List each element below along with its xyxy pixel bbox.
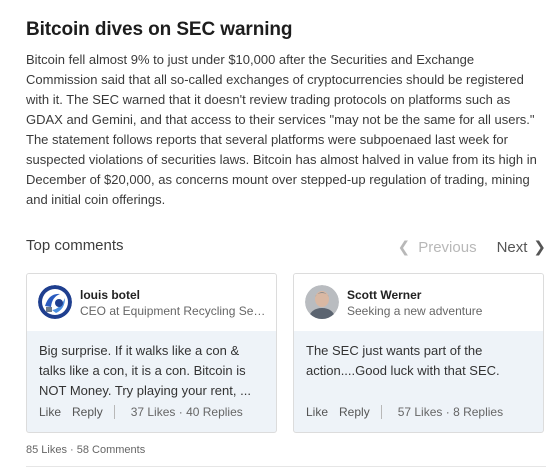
comment-author[interactable]: louis botel — [80, 288, 140, 302]
previous-button[interactable]: ❮ Previous — [397, 238, 477, 257]
divider — [113, 405, 115, 419]
article-body: Bitcoin fell almost 9% to just under $10… — [26, 52, 537, 207]
person-photo-avatar-icon — [305, 285, 339, 319]
comment-card: louis botel CEO at Equipment Recycling S… — [26, 273, 277, 433]
article-headline[interactable]: Bitcoin dives on SEC warning — [26, 18, 546, 42]
comment-stats[interactable]: 37 Likes · 40 Replies — [131, 405, 243, 419]
comment-author-headline: CEO at Equipment Recycling Servi... — [80, 304, 268, 318]
reply-button[interactable]: Reply — [339, 405, 370, 419]
comments-pager: ❮ Previous Next ❯ — [397, 238, 546, 257]
comment-card: Scott Werner Seeking a new adventure The… — [293, 273, 544, 433]
logo-avatar-icon — [38, 285, 72, 319]
comment-text[interactable]: The SEC just wants part of the action...… — [306, 341, 536, 381]
next-label: Next — [496, 238, 528, 256]
comments-title: Top comments — [26, 237, 124, 254]
article: Bitcoin dives on SEC warning Bitcoin fel… — [26, 18, 546, 210]
chevron-right-icon: ❯ — [533, 239, 546, 256]
comment-author-headline: Seeking a new adventure — [347, 304, 483, 318]
avatar[interactable] — [305, 285, 339, 319]
comment-actions: Like Reply 57 Likes · 8 Replies — [306, 405, 503, 419]
chevron-left-icon: ❮ — [397, 239, 411, 256]
next-button[interactable]: Next ❯ — [496, 238, 546, 257]
divider — [380, 405, 382, 419]
avatar[interactable] — [38, 285, 72, 319]
comment-author[interactable]: Scott Werner — [347, 288, 421, 302]
reply-button[interactable]: Reply — [72, 405, 103, 419]
post-stats[interactable]: 85 Likes · 58 Comments — [26, 444, 145, 456]
like-button[interactable]: Like — [306, 405, 328, 419]
comment-text[interactable]: Big surprise. If it walks like a con & t… — [39, 341, 269, 401]
divider — [26, 466, 546, 467]
previous-label: Previous — [418, 238, 477, 256]
comments-header: Top comments ❮ Previous Next ❯ — [26, 236, 546, 260]
comment-actions: Like Reply 37 Likes · 40 Replies — [39, 405, 243, 419]
comment-stats[interactable]: 57 Likes · 8 Replies — [398, 405, 503, 419]
like-button[interactable]: Like — [39, 405, 61, 419]
